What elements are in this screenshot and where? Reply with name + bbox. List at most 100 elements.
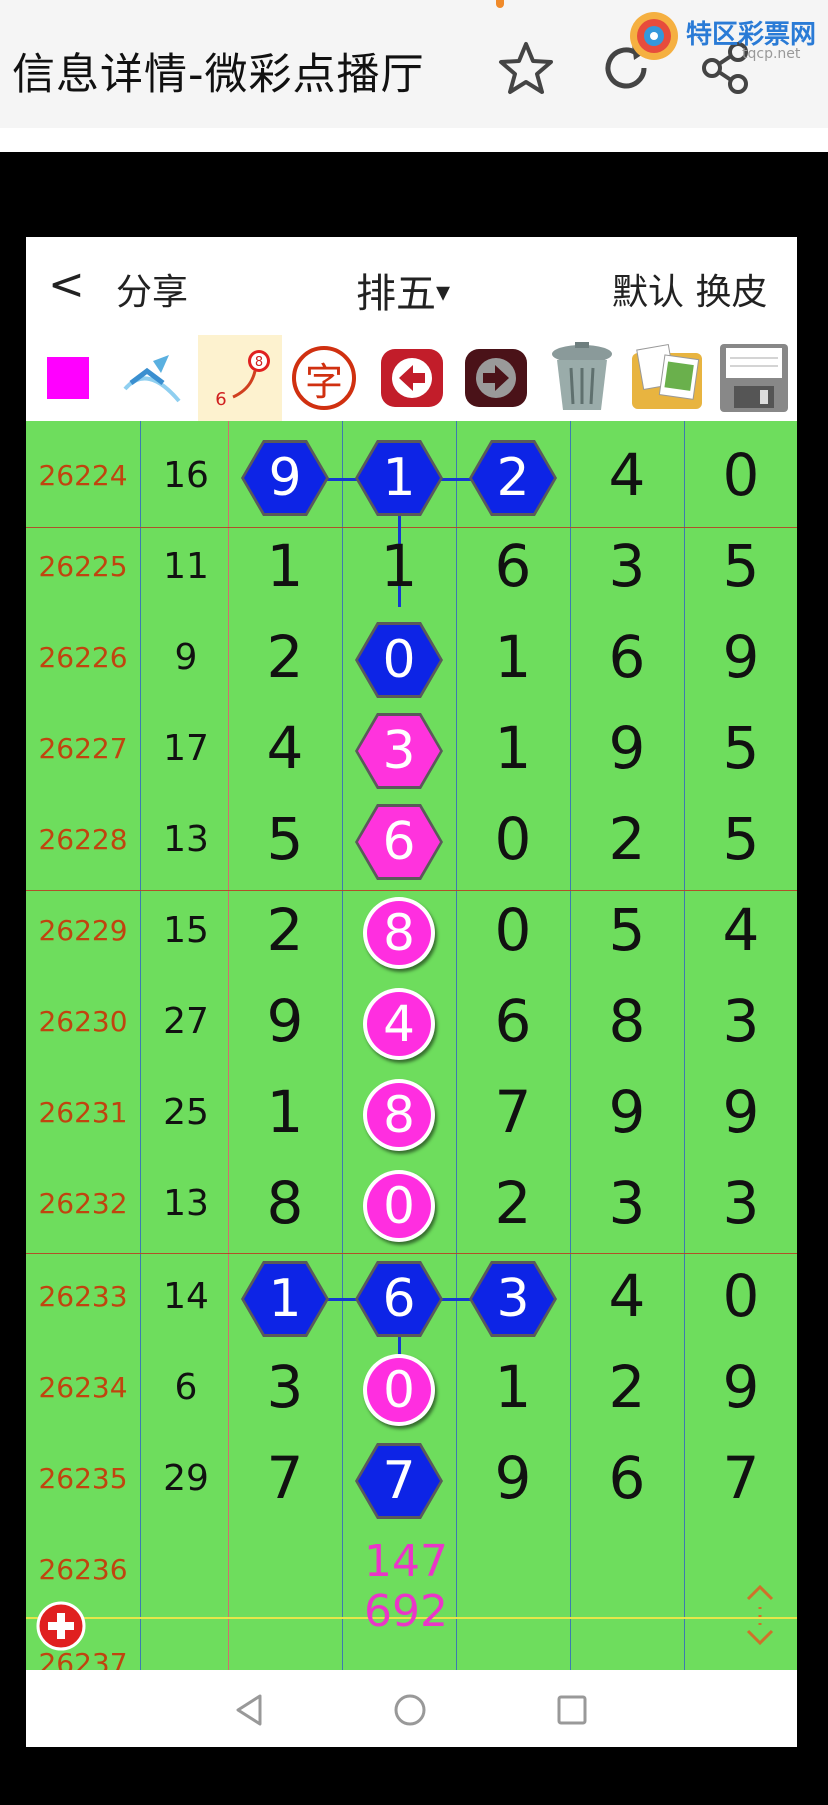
sum-value: 11	[163, 546, 209, 587]
star-icon[interactable]	[496, 38, 556, 98]
digit-cell: 1	[494, 714, 532, 782]
highlight-hexagon: 1	[355, 440, 443, 516]
digit-cell: 2	[472, 443, 554, 513]
issue-number: 26228	[38, 823, 128, 856]
app-frame: < 分享 排五▾ 默认 换皮 86 字 26224 16 9 1 2 4 0 2…	[26, 237, 797, 1747]
back-triangle-icon[interactable]	[232, 1692, 268, 1728]
sum-value: 15	[163, 910, 209, 951]
row-group-divider	[26, 890, 797, 891]
digit-cell: 6	[494, 987, 532, 1055]
dropdown-arrow-icon: ▾	[436, 275, 451, 308]
digit-cell: 5	[722, 805, 760, 873]
digit-cell: 4	[367, 992, 431, 1056]
recents-square-icon[interactable]	[554, 1692, 590, 1728]
issue-number: 26235	[38, 1462, 128, 1495]
digit-cell: 5	[722, 714, 760, 782]
digit-cell: 1	[266, 532, 304, 600]
digit-cell: 1	[380, 532, 418, 600]
gallery-icon[interactable]	[624, 335, 710, 421]
sum-value: 16	[163, 455, 209, 496]
mark-icon-digit-8: 8	[255, 355, 263, 370]
highlight-circle: 0	[363, 1170, 435, 1242]
digit-cell: 1	[244, 1264, 326, 1334]
digit-cell: 0	[722, 1262, 760, 1330]
trash-icon[interactable]	[540, 335, 624, 421]
sum-value: 13	[163, 819, 209, 860]
add-circle-icon[interactable]	[36, 1601, 86, 1651]
digit-cell: 5	[608, 896, 646, 964]
digit-cell: 7	[494, 1078, 532, 1146]
issue-number: 26234	[38, 1371, 128, 1404]
digit-cell: 3	[608, 532, 646, 600]
magenta-square-icon[interactable]	[26, 335, 110, 421]
column-divider	[342, 421, 343, 1670]
save-icon[interactable]	[710, 335, 797, 421]
digit-cell: 9	[494, 1444, 532, 1512]
highlight-hexagon: 3	[355, 713, 443, 789]
highlight-hexagon: 2	[469, 440, 557, 516]
share-button[interactable]: 分享	[116, 263, 188, 315]
sum-value: 25	[163, 1092, 209, 1133]
highlight-circle: 8	[363, 897, 435, 969]
digit-cell: 1	[266, 1078, 304, 1146]
text-icon[interactable]: 字	[282, 335, 366, 421]
digit-cell: 8	[608, 987, 646, 1055]
issue-number: 26229	[38, 914, 128, 947]
sum-value: 9	[174, 637, 198, 678]
pen-icon[interactable]	[110, 335, 194, 421]
back-arrow-icon[interactable]	[370, 335, 454, 421]
issue-number: 26226	[38, 641, 128, 674]
issue-number: 26233	[38, 1280, 128, 1313]
digit-cell: 6	[358, 1264, 440, 1334]
highlight-hexagon: 9	[241, 440, 329, 516]
digit-cell: 1	[494, 1353, 532, 1421]
results-grid[interactable]: 26224 16 9 1 2 4 0 26225 11 1 1 6 3 5 26…	[26, 421, 797, 1670]
digit-cell: 9	[266, 987, 304, 1055]
sum-value: 27	[163, 1001, 209, 1042]
digit-cell: 0	[494, 896, 532, 964]
highlight-hexagon: 0	[355, 622, 443, 698]
mark-icon-digit-6: 6	[215, 389, 226, 410]
issue-number: 26231	[38, 1096, 128, 1129]
digit-cell: 9	[608, 1078, 646, 1146]
digit-cell: 4	[266, 714, 304, 782]
site-logo-sub: tqcp.net	[742, 46, 801, 62]
digit-cell: 6	[358, 807, 440, 877]
tool-strip: 86 字	[26, 335, 797, 421]
skin-options[interactable]: 默认 换皮	[612, 263, 767, 315]
scroll-arrows-icon[interactable]	[742, 1584, 778, 1646]
digit-cell: 3	[358, 716, 440, 786]
home-circle-icon[interactable]	[392, 1692, 428, 1728]
digit-cell: 2	[494, 1169, 532, 1237]
highlight-hexagon: 3	[469, 1261, 557, 1337]
site-logo-icon	[626, 8, 682, 64]
issue-number: 26230	[38, 1005, 128, 1038]
issue-number: 26232	[38, 1187, 128, 1220]
highlight-hexagon: 7	[355, 1443, 443, 1519]
digit-cell: 9	[722, 623, 760, 691]
digit-cell: 9	[722, 1353, 760, 1421]
game-title-dropdown[interactable]: 排五▾	[356, 261, 450, 319]
digit-cell: 4	[608, 441, 646, 509]
browser-toolbar: 信息详情-微彩点播厅 特区彩票网 tqcp.net	[0, 0, 828, 128]
back-icon[interactable]: <	[48, 259, 85, 310]
digit-cell: 0	[358, 625, 440, 695]
digit-cell: 2	[608, 805, 646, 873]
forward-arrow-icon[interactable]	[454, 335, 538, 421]
digit-cell: 6	[608, 1444, 646, 1512]
orange-indicator	[496, 0, 504, 8]
digit-cell: 4	[608, 1262, 646, 1330]
highlight-circle: 0	[363, 1354, 435, 1426]
highlight-hexagon: 1	[241, 1261, 329, 1337]
prediction-line-1: 147	[364, 1536, 448, 1587]
text-icon-char: 字	[292, 346, 356, 410]
highlight-circle: 4	[363, 988, 435, 1060]
digit-cell: 3	[472, 1264, 554, 1334]
mark-icon[interactable]: 86	[198, 335, 282, 421]
digit-cell: 5	[722, 532, 760, 600]
digit-cell: 9	[244, 443, 326, 513]
sum-value: 17	[163, 728, 209, 769]
digit-cell: 2	[266, 896, 304, 964]
digit-cell: 7	[266, 1444, 304, 1512]
digit-cell: 9	[722, 1078, 760, 1146]
